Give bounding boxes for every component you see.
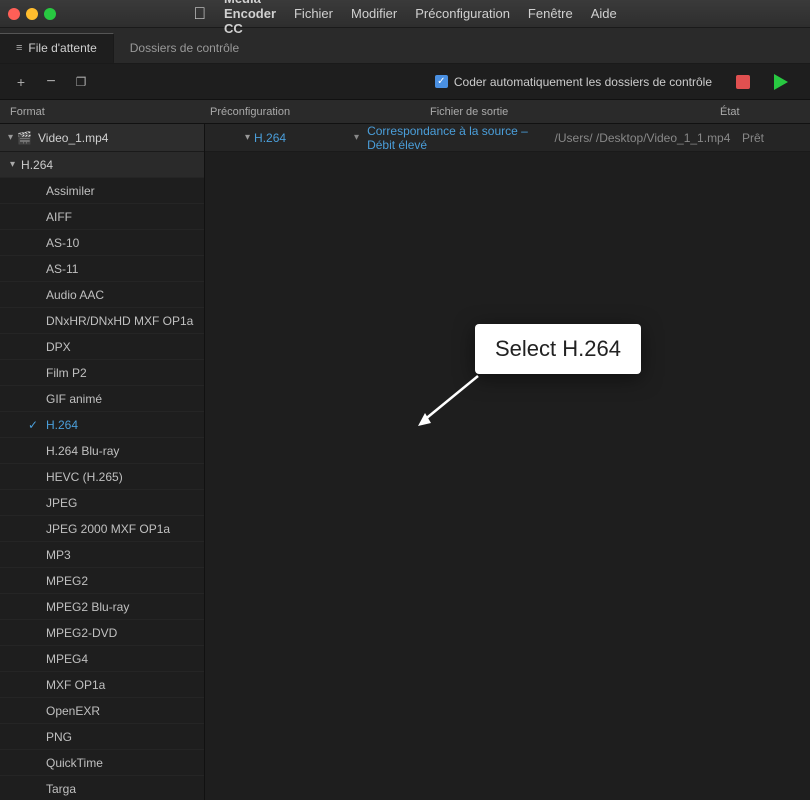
col-header-state: État <box>720 106 800 118</box>
h264-expand-arrow: ▾ <box>10 159 15 170</box>
auto-encode-label: Coder automatiquement les dossiers de co… <box>454 75 712 89</box>
h264-preconfig-label: Correspondance à la source – Débit élevé <box>367 124 554 152</box>
format-item-dnxhr[interactable]: DNxHR/DNxHD MXF OP1a <box>0 308 204 334</box>
format-item-mpeg2[interactable]: MPEG2 <box>0 568 204 594</box>
minimize-button[interactable] <box>26 8 38 20</box>
apple-menu[interactable]:  <box>193 4 206 24</box>
title-bar-content:  Media Encoder CC Fichier Modifier Préc… <box>193 0 617 36</box>
app-name-menu[interactable]: Media Encoder CC <box>224 0 276 36</box>
duplicate-button[interactable]: ❐ <box>70 71 92 93</box>
traffic-lights <box>8 8 56 20</box>
format-item-h264[interactable]: ✓ H.264 <box>0 412 204 438</box>
queue-area: ▾ 🎬 Video_1.mp4 ▾ H.264 Assimiler AIFF A… <box>0 124 810 800</box>
maximize-button[interactable] <box>44 8 56 20</box>
format-item-dpx[interactable]: DPX <box>0 334 204 360</box>
format-item-mxf-op1a[interactable]: MXF OP1a <box>0 672 204 698</box>
auto-encode-area: ✓ Coder automatiquement les dossiers de … <box>435 75 712 89</box>
menu-bar:  Media Encoder CC Fichier Modifier Préc… <box>193 0 617 36</box>
video-expand-arrow: ▾ <box>8 132 13 143</box>
format-item-film-p2[interactable]: Film P2 <box>0 360 204 386</box>
format-item-assimiler[interactable]: Assimiler <box>0 178 204 204</box>
callout-arrow <box>413 371 483 431</box>
video-file-icon: 🎬 <box>17 131 32 145</box>
add-button[interactable]: + <box>10 71 32 93</box>
h264-checkmark: ✓ <box>28 418 42 432</box>
assimiler-label: Assimiler <box>46 184 95 198</box>
format-item-jpeg[interactable]: JPEG <box>0 490 204 516</box>
format-item-aiff[interactable]: AIFF <box>0 204 204 230</box>
h264-header-label: H.264 <box>21 158 53 172</box>
tab-queue[interactable]: ≡ File d'attente <box>0 33 114 63</box>
h264-output-label: /Users/ /Desktop/Video_1_1.mp4 <box>555 131 742 145</box>
h264-encoding-row[interactable]: ▾ H.264 ▾ Correspondance à la source – D… <box>205 124 810 152</box>
format-item-png[interactable]: PNG <box>0 724 204 750</box>
menu-modifier[interactable]: Modifier <box>351 6 397 21</box>
remove-button[interactable]: − <box>40 71 62 93</box>
format-panel: ▾ 🎬 Video_1.mp4 ▾ H.264 Assimiler AIFF A… <box>0 124 205 800</box>
format-item-mp3[interactable]: MP3 <box>0 542 204 568</box>
format-item-mpeg4[interactable]: MPEG4 <box>0 646 204 672</box>
menu-fichier[interactable]: Fichier <box>294 6 333 21</box>
menu-aide[interactable]: Aide <box>591 6 617 21</box>
title-bar:  Media Encoder CC Fichier Modifier Préc… <box>0 0 810 28</box>
callout-tooltip: Select H.264 <box>475 324 641 374</box>
format-item-as10[interactable]: AS-10 <box>0 230 204 256</box>
queue-tab-label: File d'attente <box>28 41 96 55</box>
format-item-mpeg2-dvd[interactable]: MPEG2-DVD <box>0 620 204 646</box>
format-item-openexr[interactable]: OpenEXR <box>0 698 204 724</box>
format-item-jpeg2000[interactable]: JPEG 2000 MXF OP1a <box>0 516 204 542</box>
format-h264-header[interactable]: ▾ H.264 <box>0 152 204 178</box>
col-header-format: Format <box>10 106 210 118</box>
play-button[interactable] <box>774 74 788 90</box>
callout-text: Select H.264 <box>495 336 621 361</box>
video-row[interactable]: ▾ 🎬 Video_1.mp4 <box>0 124 204 152</box>
format-item-h264-bluray[interactable]: H.264 Blu-ray <box>0 438 204 464</box>
toolbar: + − ❐ ✓ Coder automatiquement les dossie… <box>0 64 810 100</box>
format-item-as11[interactable]: AS-11 <box>0 256 204 282</box>
format-item-hevc[interactable]: HEVC (H.265) <box>0 464 204 490</box>
column-headers: Format Préconfiguration Fichier de sorti… <box>0 100 810 124</box>
format-item-quicktime[interactable]: QuickTime <box>0 750 204 776</box>
watch-tab-label: Dossiers de contrôle <box>130 41 239 55</box>
col-header-preconfig: Préconfiguration <box>210 106 430 118</box>
format-item-gif[interactable]: GIF animé <box>0 386 204 412</box>
video-filename: Video_1.mp4 <box>38 131 196 145</box>
h264-arrow: ▾ <box>245 132 250 143</box>
col-header-output: Fichier de sortie <box>430 106 720 118</box>
h264-dropdown-arrow: ▾ <box>354 132 359 143</box>
format-item-mpeg2-bluray[interactable]: MPEG2 Blu-ray <box>0 594 204 620</box>
auto-encode-checkbox[interactable]: ✓ <box>435 75 448 88</box>
format-item-targa[interactable]: Targa <box>0 776 204 800</box>
tab-watch-folders[interactable]: Dossiers de contrôle <box>114 33 255 63</box>
queue-tab-icon: ≡ <box>16 42 22 54</box>
assimiler-check <box>28 184 42 198</box>
h264-format-label: H.264 <box>254 131 354 145</box>
format-item-audio-aac[interactable]: Audio AAC <box>0 282 204 308</box>
stop-button[interactable] <box>736 75 750 89</box>
menu-fenetre[interactable]: Fenêtre <box>528 6 573 21</box>
menu-preconfig[interactable]: Préconfiguration <box>415 6 510 21</box>
close-button[interactable] <box>8 8 20 20</box>
h264-state-label: Prêt <box>742 131 802 145</box>
main-panel: ▾ H.264 ▾ Correspondance à la source – D… <box>205 124 810 800</box>
